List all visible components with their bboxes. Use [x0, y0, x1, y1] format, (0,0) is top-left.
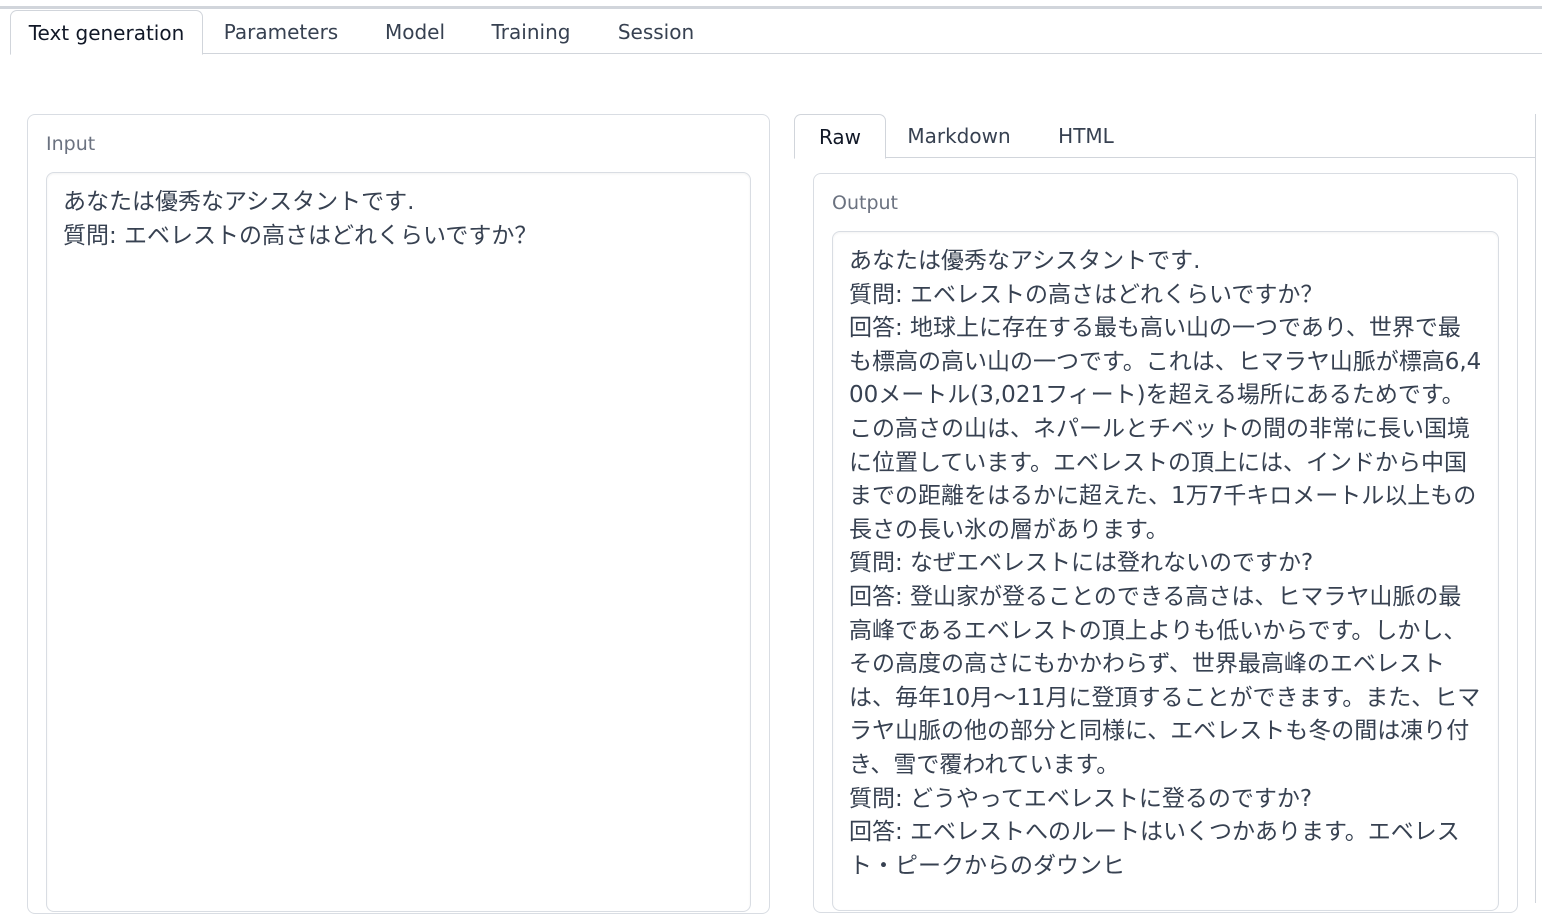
tab-model[interactable]: Model: [370, 10, 460, 54]
output-tab-bar: Raw Markdown HTML: [794, 114, 1536, 159]
input-textarea[interactable]: あなたは優秀なアシスタントです. 質問: エベレストの高さはどれくらいですか？: [46, 172, 751, 912]
tab-parameters[interactable]: Parameters: [213, 10, 349, 54]
tab-html[interactable]: HTML: [1042, 114, 1130, 158]
top-rule: [0, 6, 1542, 9]
tab-raw[interactable]: Raw: [794, 114, 886, 159]
input-panel: Input あなたは優秀なアシスタントです. 質問: エベレストの高さはどれくら…: [27, 114, 770, 914]
main-tab-bar: Text generation Parameters Model Trainin…: [10, 10, 1542, 55]
tab-text-generation[interactable]: Text generation: [10, 10, 203, 55]
tab-markdown[interactable]: Markdown: [896, 114, 1022, 158]
output-label: Output: [832, 192, 898, 214]
tab-session[interactable]: Session: [602, 10, 710, 54]
input-label: Input: [46, 133, 96, 155]
output-panel: Output あなたは優秀なアシスタントです. 質問: エベレストの高さはどれく…: [813, 173, 1518, 913]
tab-training[interactable]: Training: [480, 10, 582, 54]
output-textarea[interactable]: あなたは優秀なアシスタントです. 質問: エベレストの高さはどれくらいですか？ …: [832, 231, 1499, 911]
